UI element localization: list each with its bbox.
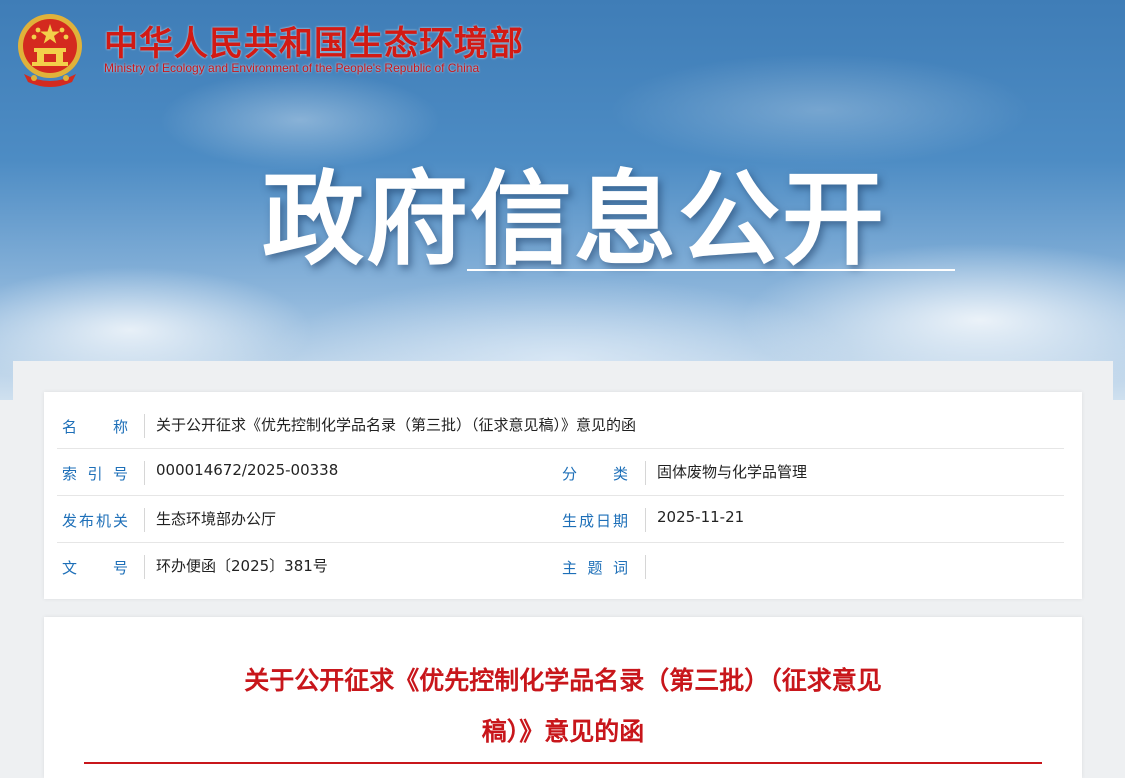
- document-title-line-2: 稿）》意见的函: [481, 717, 645, 746]
- date-value: 2025-11-21: [657, 508, 745, 526]
- field-divider: [144, 555, 145, 579]
- document-title: 关于公开征求《优先控制化学品名录（第三批）（征求意见 稿）》意见的函: [164, 655, 962, 757]
- national-emblem-icon[interactable]: [14, 12, 86, 88]
- field-divider: [144, 508, 145, 532]
- meta-row-index: 索引号 000014672/2025-00338 分类 固体废物与化学品管理: [44, 449, 1082, 496]
- doc-no-value: 环办便函〔2025〕381号: [156, 557, 328, 575]
- doc-no-label: 文号: [62, 559, 128, 577]
- document-title-line-1: 关于公开征求《优先控制化学品名录（第三批）（征求意见: [244, 666, 882, 695]
- document-metadata-card: 名称 关于公开征求《优先控制化学品名录（第三批）（征求意见稿）》意见的函 索引号…: [44, 392, 1082, 599]
- site-subtitle[interactable]: Ministry of Ecology and Environment of t…: [104, 61, 479, 75]
- issuer-value: 生态环境部办公厅: [156, 510, 277, 528]
- index-value: 000014672/2025-00338: [156, 461, 339, 479]
- title-divider: [84, 762, 1042, 764]
- category-value: 固体废物与化学品管理: [657, 463, 808, 481]
- name-value: 关于公开征求《优先控制化学品名录（第三批）（征求意见稿）》意见的函: [156, 416, 637, 434]
- meta-row-name: 名称 关于公开征求《优先控制化学品名录（第三批）（征求意见稿）》意见的函: [44, 402, 1082, 449]
- hero-divider: [467, 269, 955, 271]
- meta-row-issuer: 发布机关 生态环境部办公厅 生成日期 2025-11-21: [44, 496, 1082, 543]
- meta-row-doc-no: 文号 环办便函〔2025〕381号 主题词: [44, 543, 1082, 590]
- subject-label: 主题词: [562, 559, 628, 577]
- hero-title: 政府信息公开: [262, 161, 886, 280]
- field-divider: [645, 461, 646, 485]
- category-label: 分类: [562, 465, 628, 483]
- document-body-card: 关于公开征求《优先控制化学品名录（第三批）（征求意见 稿）》意见的函: [44, 617, 1082, 778]
- field-divider: [645, 508, 646, 532]
- site-title[interactable]: 中华人民共和国生态环境部: [104, 16, 524, 65]
- field-divider: [645, 555, 646, 579]
- index-label: 索引号: [62, 465, 128, 483]
- issuer-label: 发布机关: [62, 512, 128, 530]
- date-label: 生成日期: [562, 512, 628, 530]
- name-label: 名称: [62, 418, 128, 436]
- field-divider: [144, 414, 145, 438]
- field-divider: [144, 461, 145, 485]
